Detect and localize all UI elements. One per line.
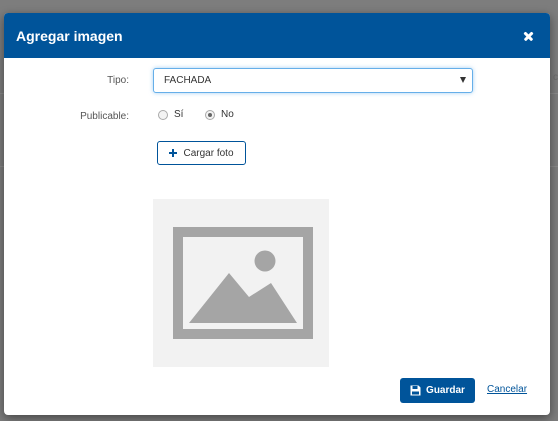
radio-si[interactable] <box>158 109 168 120</box>
upload-photo-button[interactable]: Cargar foto <box>157 141 246 165</box>
publicable-label: Publicable: <box>80 111 129 122</box>
tipo-select-value: FACHADA <box>164 75 212 86</box>
save-button-label: Guardar <box>426 385 465 396</box>
radio-no-label: No <box>221 109 234 120</box>
plus-icon <box>169 149 178 157</box>
radio-si-label: Sí <box>174 109 184 120</box>
modal-title: Agregar imagen <box>16 27 123 44</box>
cancel-link[interactable]: Cancelar <box>487 384 527 395</box>
chevron-down-icon <box>460 77 466 83</box>
tipo-label: Tipo: <box>107 75 129 86</box>
tipo-select[interactable]: FACHADA <box>153 68 473 93</box>
image-preview <box>153 199 329 367</box>
background-text-fragment: c <box>553 72 558 83</box>
add-image-modal: Agregar imagen Tipo: FACHADA Publicable:… <box>4 13 550 415</box>
floppy-disk-icon <box>410 385 421 396</box>
publicable-option-no[interactable]: No <box>205 109 234 120</box>
upload-photo-label: Cargar foto <box>183 147 234 159</box>
radio-no[interactable] <box>205 109 215 120</box>
publicable-option-si[interactable]: Sí <box>158 109 183 120</box>
image-icon <box>173 227 313 339</box>
save-button[interactable]: Guardar <box>400 378 475 403</box>
close-icon[interactable] <box>522 29 536 43</box>
modal-header: Agregar imagen <box>4 13 550 58</box>
